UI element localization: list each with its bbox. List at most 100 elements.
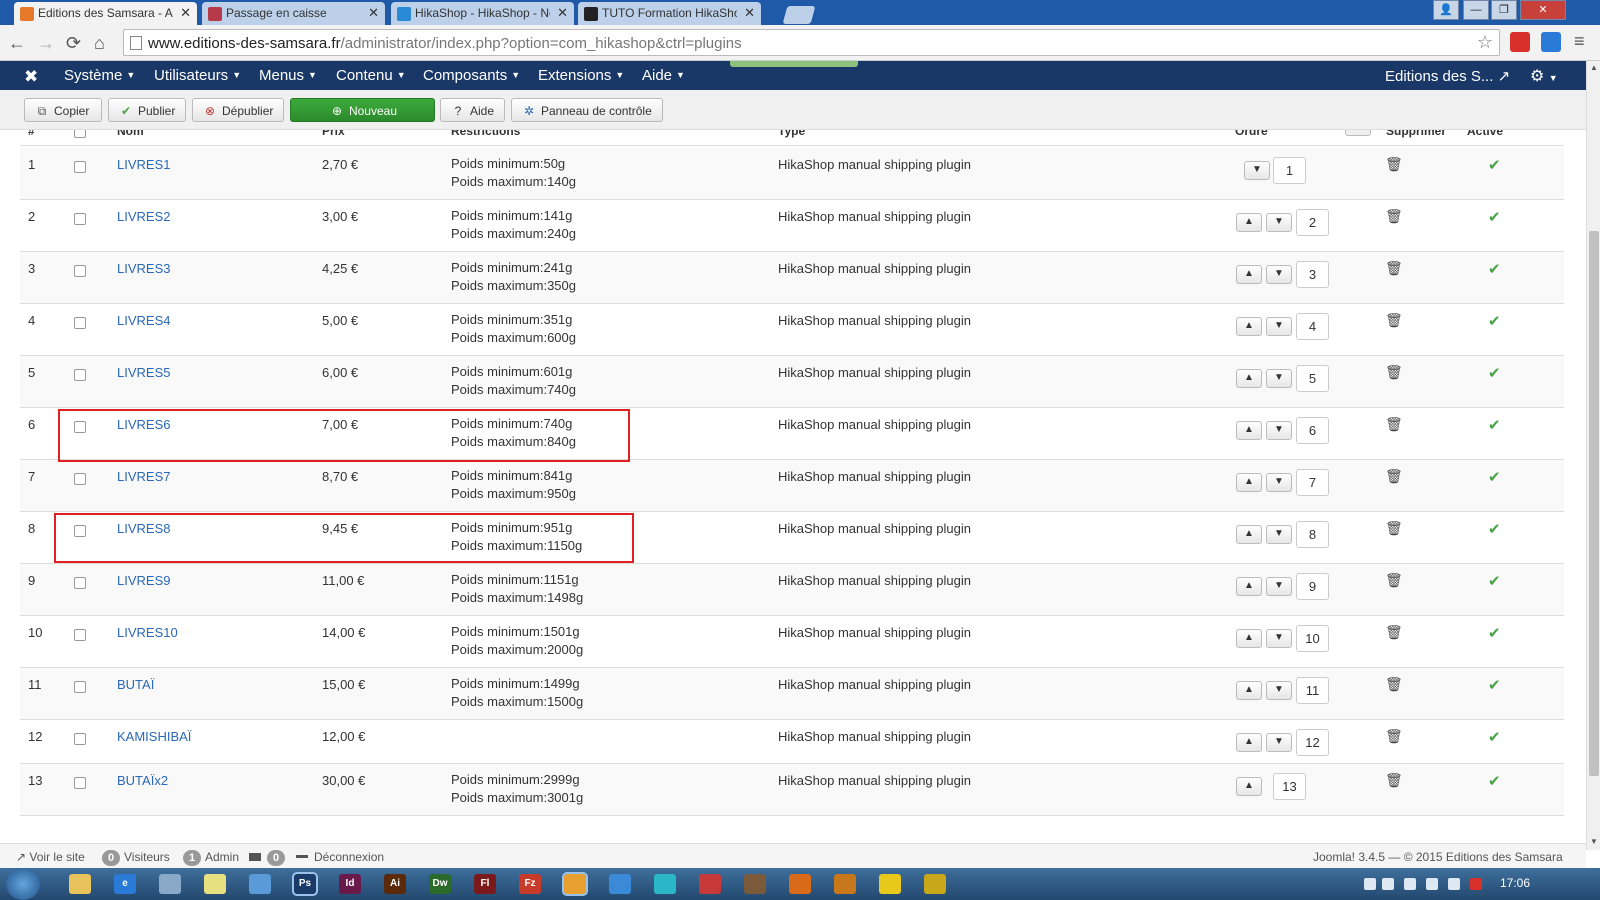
address-bar[interactable]: www.editions-des-samsara.fr/administrato…	[123, 29, 1500, 56]
trash-icon[interactable]: 🗑	[1385, 468, 1403, 485]
trash-icon[interactable]: 🗑	[1385, 624, 1403, 641]
logout-link[interactable]: Déconnexion	[296, 850, 384, 864]
move-down-button[interactable]: ▼	[1266, 525, 1292, 544]
publish-button[interactable]: ✔ Publier	[108, 98, 186, 122]
header-name[interactable]: Nom	[117, 130, 144, 138]
move-down-button[interactable]: ▼	[1266, 629, 1292, 648]
browser-tab[interactable]: TUTO Formation HikaShop ✕	[578, 2, 761, 25]
copy-button[interactable]: ⧉ Copier	[24, 98, 102, 122]
network-icon[interactable]	[1426, 878, 1438, 890]
active-check-icon[interactable]: ✔	[1488, 676, 1501, 694]
plugin-name-link[interactable]: BUTAÏ	[117, 677, 154, 692]
move-up-button[interactable]: ▲	[1236, 421, 1262, 440]
move-down-button[interactable]: ▼	[1266, 473, 1292, 492]
help-button[interactable]: ? Aide	[440, 98, 505, 122]
active-check-icon[interactable]: ✔	[1488, 416, 1501, 434]
trash-icon[interactable]: 🗑	[1385, 772, 1403, 789]
minimize-button[interactable]: —	[1463, 0, 1489, 20]
trash-icon[interactable]: 🗑	[1385, 260, 1403, 277]
site-link[interactable]: Editions des S... ↗	[1385, 67, 1510, 85]
trash-icon[interactable]: 🗑	[1385, 156, 1403, 173]
flag-icon[interactable]	[1382, 878, 1394, 890]
new-tab-button[interactable]	[782, 6, 816, 24]
row-checkbox[interactable]	[74, 777, 86, 789]
header-num[interactable]: #	[28, 130, 35, 138]
active-check-icon[interactable]: ✔	[1488, 572, 1501, 590]
taskbar-clock[interactable]: 17:06	[1500, 876, 1530, 890]
select-all-checkbox[interactable]	[74, 130, 86, 138]
close-tab-icon[interactable]: ✕	[180, 5, 191, 21]
trash-icon[interactable]: 🗑	[1385, 572, 1403, 589]
nav-menu-contenu[interactable]: Contenu ▼	[336, 67, 406, 84]
header-order[interactable]: Ordre	[1235, 130, 1268, 138]
taskbar-app-icon[interactable]	[69, 874, 91, 894]
nav-menu-menus[interactable]: Menus ▼	[259, 67, 317, 84]
tray-app-icon[interactable]	[1470, 878, 1482, 890]
taskbar-app-icon[interactable]	[744, 874, 766, 894]
plugin-name-link[interactable]: LIVRES10	[117, 625, 178, 640]
home-icon[interactable]: ⌂	[94, 33, 105, 54]
back-icon[interactable]: ←	[8, 33, 26, 54]
row-checkbox[interactable]	[74, 213, 86, 225]
browser-tab[interactable]: Editions des Samsara - Ad ✕	[14, 2, 197, 25]
plugin-name-link[interactable]: LIVRES7	[117, 469, 170, 484]
scroll-up-icon[interactable]: ▲	[1590, 63, 1598, 72]
nav-menu-composants[interactable]: Composants ▼	[423, 67, 520, 84]
active-check-icon[interactable]: ✔	[1488, 156, 1501, 174]
taskbar-app-icon[interactable]	[699, 874, 721, 894]
joomla-logo-icon[interactable]: ✖	[24, 67, 38, 87]
move-down-button[interactable]: ▼	[1266, 265, 1292, 284]
active-check-icon[interactable]: ✔	[1488, 772, 1501, 790]
trash-icon[interactable]: 🗑	[1385, 364, 1403, 381]
close-tab-icon[interactable]: ✕	[744, 5, 755, 21]
taskbar-app-icon[interactable]: Fl	[474, 874, 496, 894]
move-down-button[interactable]: ▼	[1266, 213, 1292, 232]
taskbar-app-icon[interactable]	[562, 872, 588, 896]
row-checkbox[interactable]	[74, 265, 86, 277]
row-checkbox[interactable]	[74, 577, 86, 589]
move-down-button[interactable]: ▼	[1266, 317, 1292, 336]
order-input[interactable]: 6	[1296, 417, 1329, 444]
taskbar-app-icon[interactable]: Ps	[292, 872, 318, 896]
taskbar-app-icon[interactable]	[924, 874, 946, 894]
nav-menu-utilisateurs[interactable]: Utilisateurs ▼	[154, 67, 241, 84]
scroll-down-icon[interactable]: ▼	[1590, 837, 1598, 846]
row-checkbox[interactable]	[74, 369, 86, 381]
tray-icon[interactable]	[1404, 878, 1416, 890]
plugin-name-link[interactable]: LIVRES1	[117, 157, 170, 172]
taskbar-app-icon[interactable]	[789, 874, 811, 894]
taskbar-app-icon[interactable]: Id	[339, 874, 361, 894]
row-checkbox[interactable]	[74, 473, 86, 485]
vertical-scrollbar[interactable]: ▲ ▼	[1586, 61, 1600, 850]
chrome-menu-icon[interactable]: ≡	[1574, 31, 1585, 52]
user-menu[interactable]: ⚙ ▼	[1530, 66, 1558, 86]
close-tab-icon[interactable]: ✕	[557, 5, 568, 21]
close-window-button[interactable]: ✕	[1520, 0, 1566, 20]
trash-icon[interactable]: 🗑	[1385, 728, 1403, 745]
restore-button[interactable]: ❐	[1491, 0, 1517, 20]
header-active[interactable]: Activé	[1467, 130, 1503, 138]
taskbar-app-icon[interactable]: Fz	[519, 874, 541, 894]
row-checkbox[interactable]	[74, 733, 86, 745]
order-input[interactable]: 12	[1296, 729, 1329, 756]
nav-menu-système[interactable]: Système ▼	[64, 67, 135, 84]
browser-tab[interactable]: HikaShop - HikaShop - Ne ✕	[391, 2, 574, 25]
messages-status[interactable]: 0	[249, 850, 289, 866]
order-input[interactable]: 7	[1296, 469, 1329, 496]
move-up-button[interactable]: ▲	[1236, 525, 1262, 544]
scroll-thumb[interactable]	[1589, 231, 1599, 776]
close-tab-icon[interactable]: ✕	[368, 5, 379, 21]
move-up-button[interactable]: ▲	[1236, 317, 1262, 336]
control-panel-button[interactable]: ✲ Panneau de contrôle	[511, 98, 663, 122]
taskbar-app-icon[interactable]: Dw	[429, 874, 451, 894]
extension-icon[interactable]	[1541, 32, 1561, 52]
plugin-name-link[interactable]: LIVRES3	[117, 261, 170, 276]
header-type[interactable]: Type	[778, 130, 805, 138]
extension-icon[interactable]	[1510, 32, 1530, 52]
order-input[interactable]: 8	[1296, 521, 1329, 548]
active-check-icon[interactable]: ✔	[1488, 312, 1501, 330]
taskbar-app-icon[interactable]: e	[114, 874, 136, 894]
move-up-button[interactable]: ▲	[1236, 213, 1262, 232]
plugin-name-link[interactable]: LIVRES2	[117, 209, 170, 224]
active-check-icon[interactable]: ✔	[1488, 260, 1501, 278]
